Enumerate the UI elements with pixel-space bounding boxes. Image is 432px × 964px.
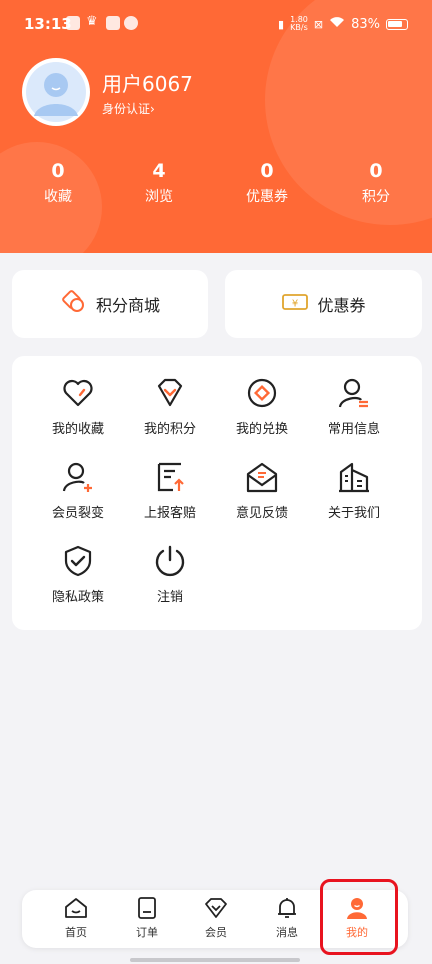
notification-icon [124, 16, 138, 30]
stat-favorites[interactable]: 0 收藏 [8, 160, 108, 206]
network-speed-unit: KB/s [290, 23, 308, 32]
stat-points[interactable]: 0 积分 [326, 160, 426, 206]
tab-label: 消息 [276, 926, 298, 939]
tab-orders[interactable]: 订单 [117, 896, 177, 940]
add-user-icon [62, 462, 92, 492]
heart-icon [63, 379, 93, 407]
chevron-right-icon: › [150, 102, 155, 116]
exchange-icon [247, 378, 277, 408]
wifi-icon [329, 16, 345, 32]
menu-label: 隐私政策 [51, 590, 104, 605]
shield-check-icon [64, 545, 92, 577]
menu-label: 意见反馈 [235, 506, 288, 521]
notification-icon [106, 16, 120, 30]
status-time: 13:13 [24, 15, 72, 33]
home-indicator [130, 958, 300, 962]
stat-label: 优惠券 [246, 189, 288, 205]
tab-home[interactable]: 首页 [46, 896, 106, 940]
tab-label: 订单 [136, 926, 158, 939]
stat-value: 0 [369, 160, 383, 182]
building-icon [339, 462, 369, 493]
tab-label: 会员 [205, 926, 227, 939]
menu-label: 我的收藏 [51, 422, 104, 437]
avatar[interactable] [22, 58, 90, 126]
menu-item-feedback[interactable]: 意见反馈 [217, 460, 307, 521]
coupon-card[interactable]: ¥ 优惠券 [225, 270, 422, 338]
stat-value: 4 [152, 160, 166, 182]
battery-icon [386, 18, 408, 30]
menu-item-about-us[interactable]: 关于我们 [309, 460, 399, 521]
username: 用户6067 [102, 72, 193, 96]
no-sim-icon: ⊠ [313, 17, 324, 31]
menu-label: 关于我们 [327, 506, 380, 521]
menu-label: 我的兑换 [235, 422, 288, 437]
points-mall-card[interactable]: 积分商城 [12, 270, 208, 338]
report-icon [157, 462, 184, 492]
menu-label: 注销 [156, 590, 183, 605]
stat-value: 0 [51, 160, 65, 182]
feedback-mail-icon [246, 462, 278, 493]
diamond-icon [157, 378, 183, 407]
tab-label: 首页 [65, 926, 87, 939]
menu-grid: 我的收藏 我的积分 我的兑换 常用信息 会员裂变 上报客赔 意见反馈 关于我们 … [12, 356, 422, 630]
menu-item-points[interactable]: 我的积分 [125, 376, 215, 437]
points-coin-icon [60, 290, 88, 318]
stat-label: 浏览 [145, 189, 173, 205]
crown-icon: ♛ [86, 14, 98, 29]
coupon-ticket-icon: ¥ [281, 292, 309, 316]
menu-label: 常用信息 [327, 422, 380, 437]
svg-text:¥: ¥ [292, 299, 298, 310]
status-right: ▮ 1.80 KB/s ⊠ 83% [278, 16, 408, 32]
menu-item-privacy-policy[interactable]: 隐私政策 [33, 544, 123, 605]
identity-verify-link[interactable]: 身份认证› [102, 100, 155, 117]
menu-item-favorites[interactable]: 我的收藏 [33, 376, 123, 437]
active-tab-highlight [320, 879, 398, 955]
battery-percent: 83% [351, 16, 380, 32]
menu-label: 会员裂变 [51, 506, 104, 521]
menu-item-report-claim[interactable]: 上报客赔 [125, 460, 215, 521]
tab-messages[interactable]: 消息 [257, 896, 317, 940]
vibrate-icon: ▮ [278, 17, 285, 31]
member-diamond-icon [205, 898, 227, 918]
stat-label: 收藏 [44, 189, 72, 205]
notification-icon [66, 16, 80, 30]
home-icon [65, 898, 87, 918]
stat-value: 0 [260, 160, 274, 182]
menu-item-common-info[interactable]: 常用信息 [309, 376, 399, 437]
menu-item-member-referral[interactable]: 会员裂变 [33, 460, 123, 521]
menu-item-deregister[interactable]: 注销 [125, 544, 215, 605]
coupon-label: 优惠券 [317, 296, 366, 315]
stat-browsing[interactable]: 4 浏览 [109, 160, 209, 206]
stat-coupons[interactable]: 0 优惠券 [217, 160, 317, 206]
status-bar: 13:13 ♛ ▮ 1.80 KB/s ⊠ 83% [0, 0, 432, 50]
points-mall-label: 积分商城 [95, 296, 160, 315]
profile-header: 13:13 ♛ ▮ 1.80 KB/s ⊠ 83% 用户6067 身份认证› 0… [0, 0, 432, 253]
menu-item-exchange[interactable]: 我的兑换 [217, 376, 307, 437]
power-icon [155, 545, 185, 577]
user-info-icon [338, 378, 368, 408]
network-speed: 1.80 KB/s [290, 16, 308, 32]
bell-icon [278, 898, 296, 918]
stat-label: 积分 [362, 189, 390, 205]
menu-label: 上报客赔 [143, 506, 196, 521]
identity-verify-label: 身份认证 [102, 102, 151, 116]
menu-label: 我的积分 [143, 422, 196, 437]
order-icon [138, 897, 156, 919]
tab-member[interactable]: 会员 [186, 896, 246, 940]
